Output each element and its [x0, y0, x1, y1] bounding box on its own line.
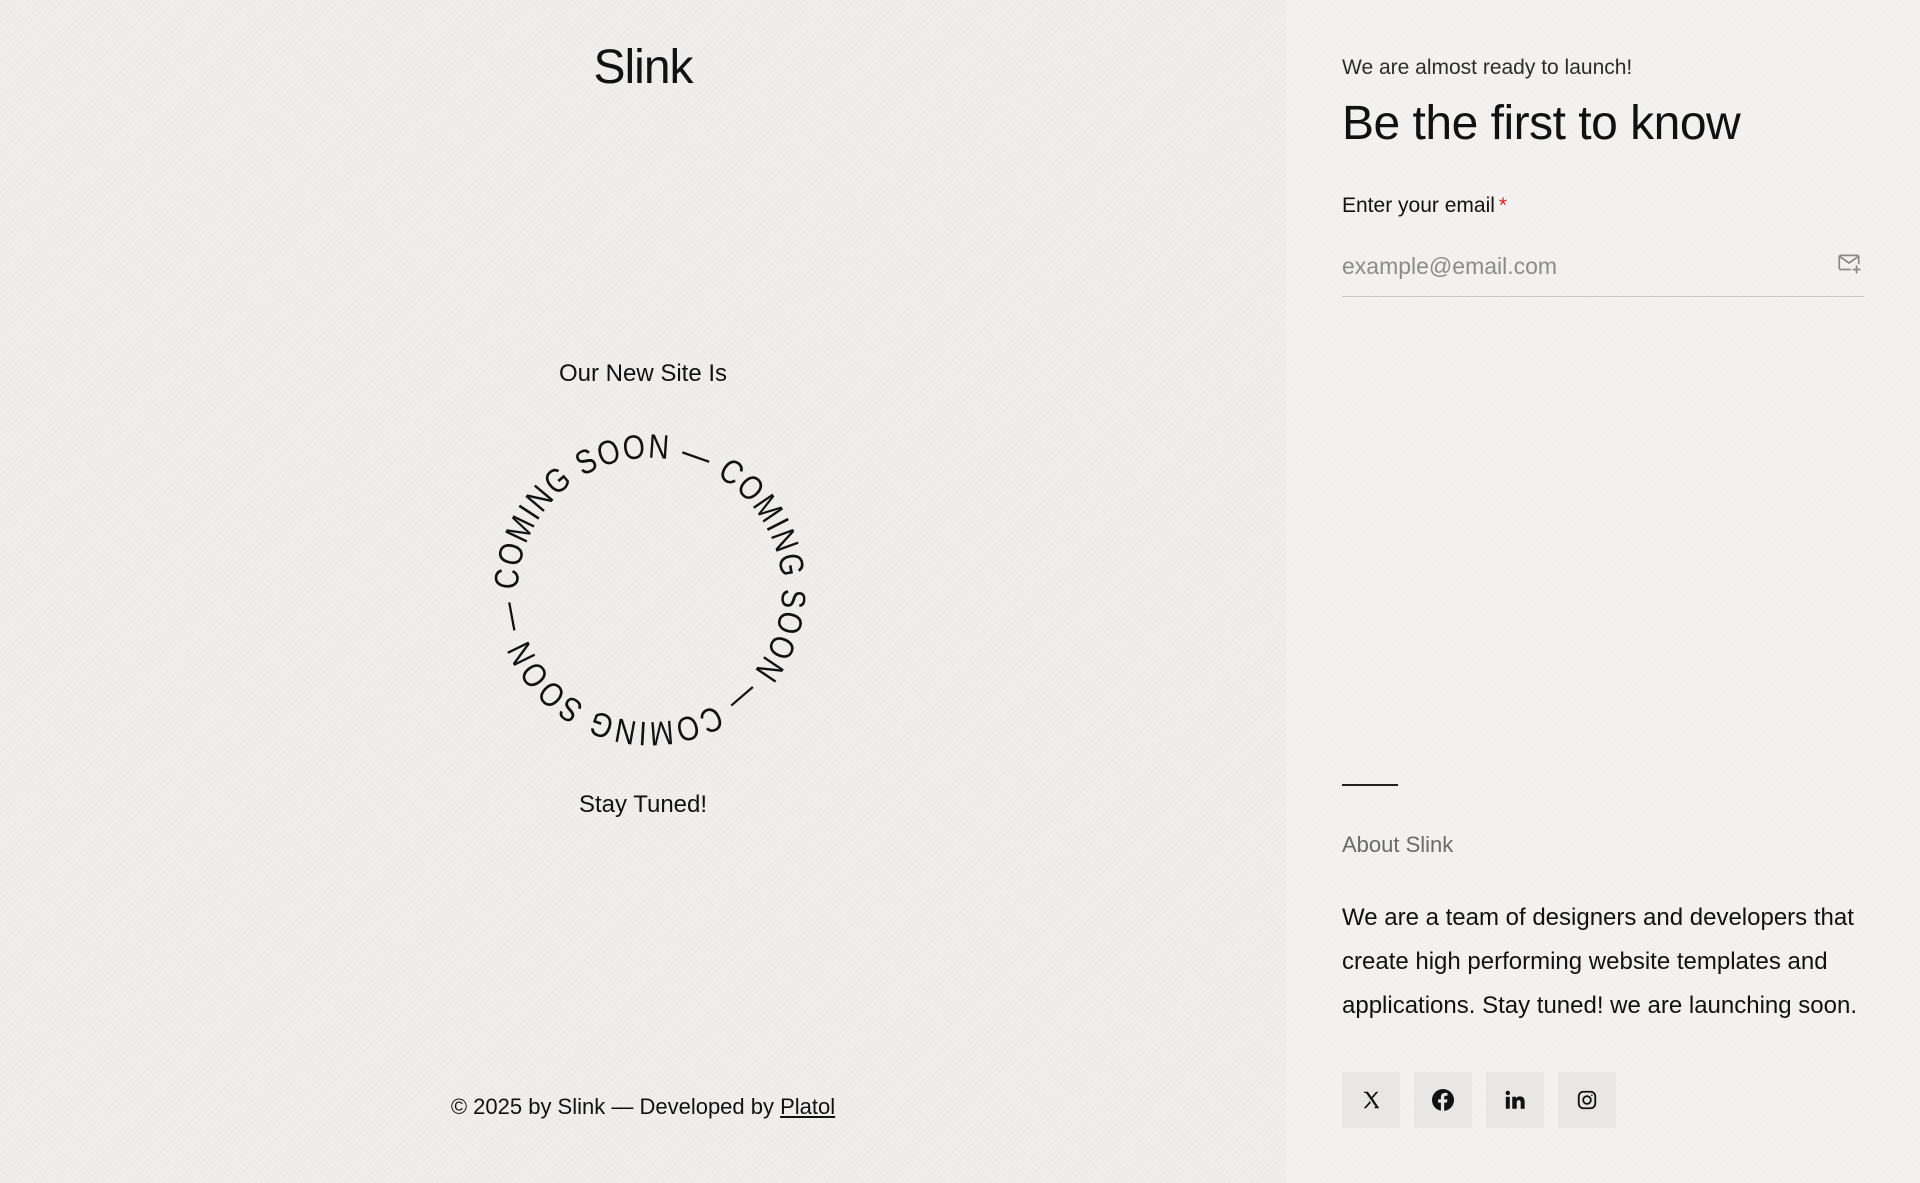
email-input[interactable]: [1342, 248, 1812, 284]
linkedin-icon: [1505, 1090, 1525, 1109]
ring-text: COMING SOON — COMING SOON — COMING SOON …: [490, 430, 810, 750]
mail-plus-icon: [1838, 254, 1861, 274]
coming-soon-ring: COMING SOON — COMING SOON — COMING SOON …: [490, 430, 810, 750]
about-description: We are a team of designers and developer…: [1342, 904, 1858, 1019]
about-title: About Slink: [1342, 832, 1454, 857]
developer-link[interactable]: Platol: [780, 1094, 835, 1119]
brand-logo[interactable]: Slink: [0, 40, 1286, 95]
signup-headline: Be the first to know: [1342, 97, 1741, 150]
social-x-button[interactable]: [1342, 1072, 1400, 1128]
hero-panel: Slink Our New Site Is COMING SOON — COMI…: [0, 0, 1286, 1183]
social-facebook-button[interactable]: [1414, 1072, 1472, 1128]
email-label-text: Enter your email: [1342, 194, 1495, 217]
email-field-wrapper: [1342, 240, 1864, 297]
social-linkedin-button[interactable]: [1486, 1072, 1544, 1128]
x-twitter-icon: [1363, 1091, 1380, 1109]
copyright-text: © 2025 by Slink — Developed by: [450, 1094, 781, 1119]
footer-credit: © 2025 by Slink — Developed by Platol: [0, 1094, 1286, 1120]
facebook-icon: [1432, 1089, 1454, 1111]
social-instagram-button[interactable]: [1558, 1072, 1616, 1128]
coming-soon-page: Slink Our New Site Is COMING SOON — COMI…: [0, 0, 1920, 1183]
instagram-icon: [1577, 1090, 1597, 1110]
social-links: [1342, 1072, 1616, 1128]
hero-outro: Stay Tuned!: [578, 791, 708, 818]
required-mark: *: [1498, 194, 1508, 217]
signup-panel: We are almost ready to launch! Be the fi…: [1286, 0, 1920, 1183]
email-label: Enter your email *: [1342, 194, 1507, 218]
section-divider: [1342, 784, 1398, 786]
hero-intro: Our New Site Is: [558, 360, 728, 387]
launch-kicker: We are almost ready to launch!: [1342, 56, 1633, 79]
subscribe-button[interactable]: [1834, 248, 1864, 278]
